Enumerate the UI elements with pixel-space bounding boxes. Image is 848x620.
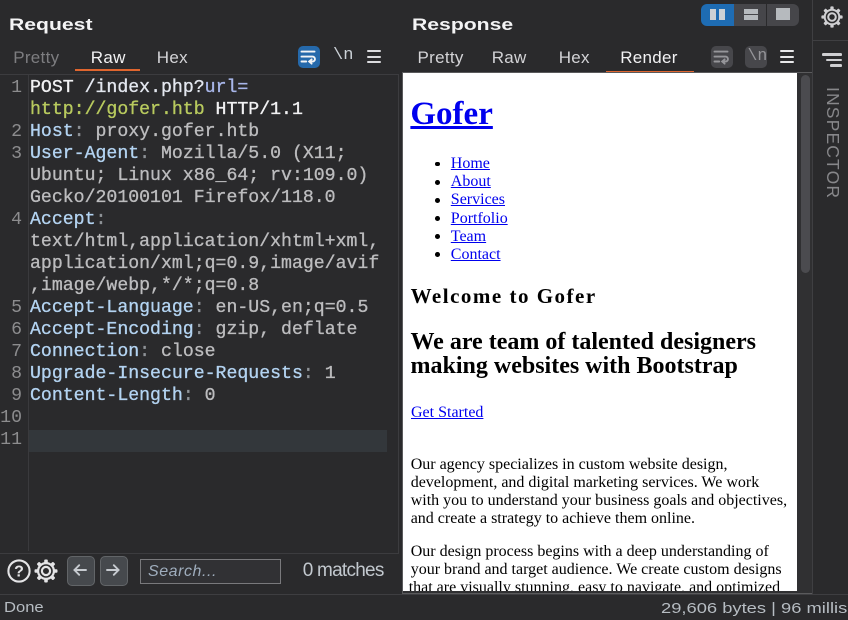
svg-text:?: ? xyxy=(14,564,24,581)
